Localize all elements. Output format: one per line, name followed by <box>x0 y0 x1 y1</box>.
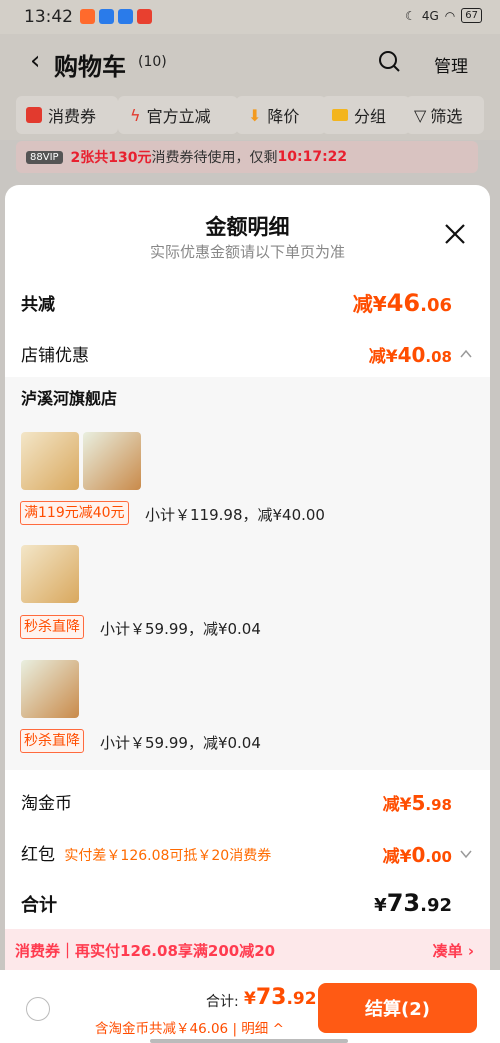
detail-link[interactable]: 含淘金币共减￥46.06 | 明细 ^ <box>95 1017 284 1037</box>
footer-total-label: 合计: <box>206 994 239 1010</box>
amount-int: 46 <box>386 289 421 317</box>
product-thumbnail[interactable] <box>21 660 79 718</box>
app-icon <box>137 9 152 24</box>
product-thumbnail[interactable] <box>21 432 79 490</box>
chevron-down-icon[interactable] <box>460 848 472 860</box>
amount-prefix: 减¥ <box>368 347 398 367</box>
product-thumbnail[interactable] <box>83 432 141 490</box>
notification-icons <box>80 9 152 24</box>
total-label: 合计 <box>21 895 57 916</box>
select-all-radio[interactable] <box>26 997 50 1021</box>
amount-dec: .00 <box>425 848 452 866</box>
promo-tag: 秒杀直降 <box>20 729 84 753</box>
close-icon[interactable] <box>444 223 466 245</box>
amount-int: 0 <box>411 843 426 867</box>
sheet-subtitle: 实际优惠金额请以下单页为准 <box>149 243 345 261</box>
promo-tag: 满119元减40元 <box>20 501 129 525</box>
app-icon <box>118 9 133 24</box>
cart-count: (10) <box>138 54 167 70</box>
total-discount-amount: 减¥46.06 <box>353 288 452 317</box>
promo-tag: 秒杀直降 <box>20 615 84 639</box>
checkout-button[interactable]: 结算(2) <box>318 983 477 1033</box>
vip-badge: 88VIP <box>26 150 63 164</box>
redpacket-label: 红包 实付差￥126.08可抵￥20消费券 <box>21 840 271 865</box>
home-indicator <box>150 1039 348 1043</box>
sheet-title: 金额明细 <box>205 215 290 239</box>
filter-coupon[interactable]: 消费券 <box>16 96 118 134</box>
amount-int: 5 <box>411 791 426 815</box>
header: ‹ 购物车 (10) 管理 <box>0 34 500 92</box>
manage-button[interactable]: 管理 <box>434 52 468 77</box>
total-discount-label: 共减 <box>21 295 55 315</box>
amount-dec: .08 <box>425 348 452 366</box>
folder-icon <box>332 109 348 121</box>
amount-dec: .92 <box>420 895 452 916</box>
coupon-promo-bar[interactable]: 消费券｜再实付126.08享满200减20 凑单 › <box>5 929 490 970</box>
moon-icon: ☾ <box>405 8 416 23</box>
amount-int: 40 <box>397 343 426 367</box>
amount-prefix: ¥ <box>374 895 387 916</box>
signal-label: 4G <box>421 8 439 23</box>
filter-icon: ▽ <box>414 105 427 125</box>
shop-name: 泸溪河旗舰店 <box>21 389 118 408</box>
status-indicators: ☾ 4G ◠ 67 <box>405 8 482 23</box>
redpacket-note: 实付差￥126.08可抵￥20消费券 <box>64 848 272 864</box>
filter-bar: 消费券 ϟ 官方立减 ⬇ 降价 分组 ▽ 筛选 <box>0 92 500 140</box>
amount-dec: .92 <box>286 989 317 1009</box>
item-subtotal: 小计￥119.98，减¥40.00 <box>145 506 325 524</box>
filter-price-drop[interactable]: ⬇ 降价 <box>236 96 326 134</box>
footer-total-amount: ¥73.92 <box>244 985 317 1010</box>
amount-dec: .98 <box>425 796 452 814</box>
checkout-footer: 合计: ¥73.92 含淘金币共减￥46.06 | 明细 ^ 结算(2) <box>0 970 500 1043</box>
filter-label: 消费券 <box>48 107 97 126</box>
wifi-icon: ◠ <box>444 8 456 23</box>
app-icon <box>99 9 114 24</box>
chevron-up-icon[interactable] <box>460 348 472 360</box>
filter-filter[interactable]: ▽ 筛选 <box>406 96 484 134</box>
amount-prefix: 减¥ <box>352 292 387 316</box>
battery-icon: 67 <box>461 8 482 23</box>
amount-prefix: 减¥ <box>382 847 412 867</box>
shop-discount-label: 店铺优惠 <box>21 346 89 366</box>
page-title: 购物车 <box>54 53 126 81</box>
notice-text: 消费券待使用，仅剩 <box>151 150 278 166</box>
filter-label: 分组 <box>354 107 387 126</box>
filter-label: 官方立减 <box>146 107 211 126</box>
filter-label: 降价 <box>267 107 300 126</box>
price-drop-icon: ⬇ <box>248 105 262 125</box>
filter-group[interactable]: 分组 <box>322 96 410 134</box>
filter-official-discount[interactable]: ϟ 官方立减 <box>118 96 238 134</box>
amount-int: 73 <box>386 889 421 917</box>
amount-dec: .06 <box>420 295 452 316</box>
add-items-link[interactable]: 凑单 › <box>433 940 474 961</box>
chevron-left-icon[interactable]: ‹ <box>30 46 40 76</box>
item-subtotal: 小计￥59.99，减¥0.04 <box>100 620 261 638</box>
status-bar: 13:42 ☾ 4G ◠ 67 <box>0 0 500 34</box>
lightning-icon: ϟ <box>130 105 141 125</box>
coupon-icon <box>26 107 42 123</box>
item-subtotal: 小计￥59.99，减¥0.04 <box>100 734 261 752</box>
redpacket-amount[interactable]: 减¥0.00 <box>383 842 452 867</box>
redpacket-title: 红包 <box>21 845 55 865</box>
coin-discount-amount: 减¥5.98 <box>383 790 452 815</box>
coin-label: 淘金币 <box>21 794 72 814</box>
app-icon <box>80 9 95 24</box>
coupon-notice[interactable]: 88VIP 2张共130元 消费券待使用，仅剩 10:17:22 <box>16 141 478 173</box>
amount-prefix: ¥ <box>244 989 256 1009</box>
amount-int: 73 <box>255 985 287 1010</box>
shop-breakdown: 泸溪河旗舰店 满119元减40元 小计￥119.98，减¥40.00 秒杀直降 … <box>5 377 490 770</box>
shop-discount-amount[interactable]: 减¥40.08 <box>369 342 452 367</box>
product-thumbnail[interactable] <box>21 545 79 603</box>
promo-text: 消费券｜再实付126.08享满200减20 <box>15 942 276 960</box>
notice-count: 2张共130元 <box>70 150 152 166</box>
total-amount: ¥73.92 <box>374 889 452 917</box>
amount-prefix: 减¥ <box>382 795 412 815</box>
filter-label: 筛选 <box>430 107 463 126</box>
status-time: 13:42 <box>24 7 73 27</box>
notice-countdown: 10:17:22 <box>277 149 348 165</box>
search-icon[interactable] <box>378 50 400 72</box>
